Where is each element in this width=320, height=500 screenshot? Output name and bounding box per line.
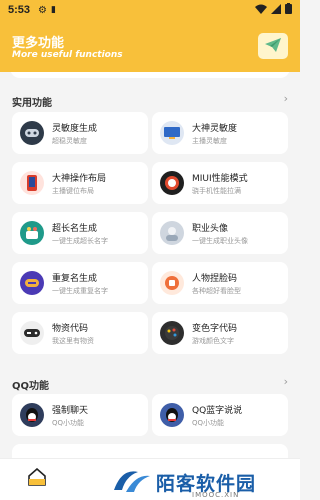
card-title: 人物捏脸码 — [192, 273, 238, 284]
face-icon — [160, 271, 184, 295]
feature-card-qq-blue-text[interactable]: QQ蓝字说说 QQ小功能 — [152, 394, 288, 436]
feature-card-god-sensitivity[interactable]: 大神灵敏度 主播灵敏度 — [152, 112, 288, 154]
battery-icon — [285, 3, 292, 17]
signal-icon — [271, 3, 281, 17]
phone-icon — [20, 171, 44, 195]
gear-icon: ⚙ — [38, 4, 47, 16]
feature-card-miui-performance[interactable]: MIUI性能模式 骁手机性能拉满 — [152, 162, 288, 204]
send-icon — [265, 37, 281, 56]
card-title: 超长名生成 — [52, 223, 98, 234]
status-time: 5:53 — [8, 4, 31, 16]
wifi-icon — [255, 4, 267, 17]
card-desc: 一键生成超长名字 — [52, 236, 108, 245]
card-title: MIUI性能模式 — [192, 173, 248, 184]
chevron-right-icon[interactable]: › — [284, 92, 288, 105]
palette-icon — [160, 321, 184, 345]
bottom-nav: 陌客软件园 IMOOC.XIN — [0, 458, 300, 500]
speed-icon — [160, 171, 184, 195]
card-title: 重复名生成 — [52, 273, 98, 284]
watermark-subtext: IMOOC.XIN — [192, 491, 240, 499]
card-title: 大神操作布局 — [52, 173, 107, 184]
qq-icon — [160, 403, 184, 427]
avatar-icon — [160, 221, 184, 245]
phone-icon: ▮ — [51, 5, 56, 15]
card-title: 物资代码 — [52, 323, 89, 334]
qq-icon — [20, 403, 44, 427]
monitor-icon — [160, 121, 184, 145]
card-desc: 我这里有物资 — [52, 336, 94, 345]
gamepad-icon — [20, 321, 44, 345]
feature-card-sensitivity-gen[interactable]: 灵敏度生成 超稳灵敏度 — [12, 112, 148, 154]
card-desc: 各种超好看脸型 — [192, 286, 241, 295]
name-icon — [20, 221, 44, 245]
feature-card-force-chat[interactable]: 强制聊天 QQ小功能 — [12, 394, 148, 436]
card-desc: 一键生成职业头像 — [192, 236, 248, 245]
send-button[interactable] — [258, 33, 288, 59]
feature-card-long-name[interactable]: 超长名生成 一键生成超长名字 — [12, 212, 148, 254]
card-title: 职业头像 — [192, 223, 229, 234]
feature-card-god-layout[interactable]: 大神操作布局 主播键位布局 — [12, 162, 148, 204]
page-subtitle: More useful functions — [12, 50, 123, 60]
card-desc: QQ小功能 — [192, 418, 225, 427]
page-title: 更多功能 — [12, 35, 65, 50]
card-desc: 主播灵敏度 — [192, 136, 227, 145]
card-title: QQ蓝字说说 — [192, 405, 243, 416]
previous-card-edge — [10, 72, 290, 78]
section-title-practical: 实用功能 — [12, 98, 52, 109]
feature-card-supply-code[interactable]: 物资代码 我这里有物资 — [12, 312, 148, 354]
chevron-right-icon[interactable]: › — [284, 375, 288, 388]
card-desc: 游戏颜色文字 — [192, 336, 234, 345]
card-desc: 超稳灵敏度 — [52, 136, 87, 145]
card-title: 大神灵敏度 — [192, 123, 238, 134]
card-desc: QQ小功能 — [52, 418, 85, 427]
content-area[interactable]: 实用功能 › 灵敏度生成 超稳灵敏度 大神灵敏度 主播灵敏度 大神操作布局 主播… — [0, 72, 300, 458]
feature-card-color-text[interactable]: 变色字代码 游戏颜色文字 — [152, 312, 288, 354]
feature-card-profession-avatar[interactable]: 职业头像 一键生成职业头像 — [152, 212, 288, 254]
repeat-icon — [20, 271, 44, 295]
card-desc: 主播键位布局 — [52, 186, 94, 195]
page-header: 更多功能 More useful functions — [0, 20, 300, 72]
watermark-logo-icon — [112, 466, 152, 498]
feature-card-face-code[interactable]: 人物捏脸码 各种超好看脸型 — [152, 262, 288, 304]
next-card-edge — [12, 444, 288, 458]
status-bar: 5:53 ⚙ ▮ — [0, 0, 300, 20]
card-title: 变色字代码 — [192, 323, 238, 334]
home-icon[interactable] — [26, 466, 48, 488]
card-desc: 骁手机性能拉满 — [192, 186, 241, 195]
feature-card-repeat-name[interactable]: 重复名生成 一键生成重复名字 — [12, 262, 148, 304]
section-title-qq: QQ功能 — [12, 381, 50, 392]
card-title: 灵敏度生成 — [52, 123, 98, 134]
card-title: 强制聊天 — [52, 405, 89, 416]
controller-icon — [20, 121, 44, 145]
card-desc: 一键生成重复名字 — [52, 286, 108, 295]
